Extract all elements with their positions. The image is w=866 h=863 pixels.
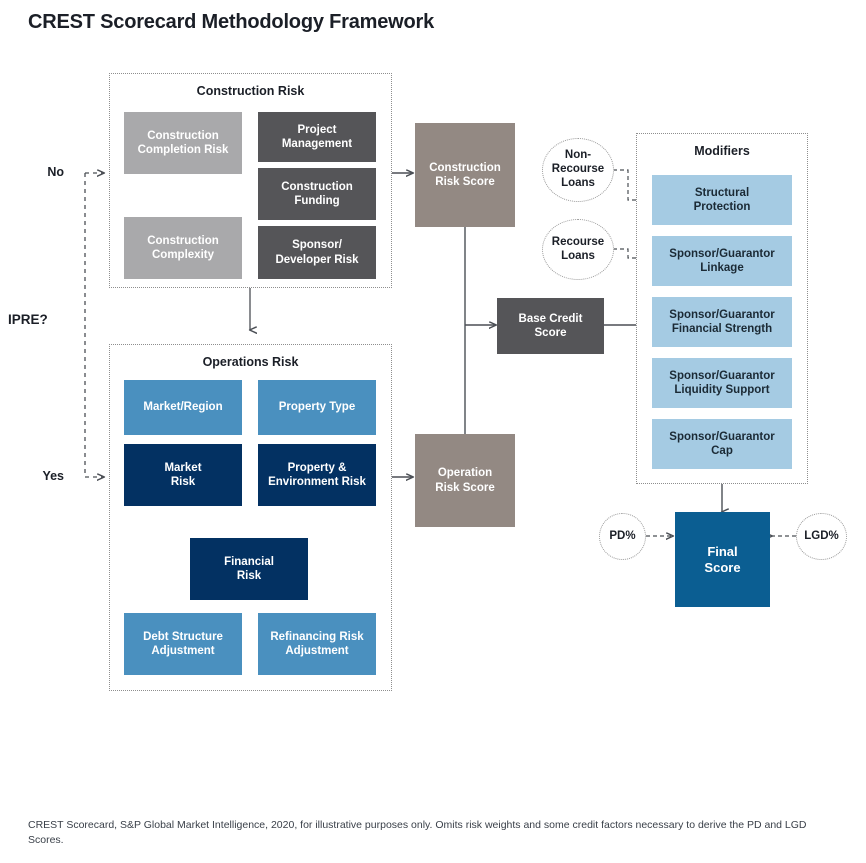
decision-question-label: IPRE? <box>8 312 48 327</box>
diagram-canvas: CREST Scorecard Methodology Framework No… <box>0 0 866 863</box>
box-line-1: Property Type <box>278 401 356 414</box>
box-line-1: Sponsor/Guarantor <box>669 369 775 382</box>
box-line-1: Final <box>707 543 738 559</box>
box-final-score[interactable]: Final Score <box>675 512 770 607</box>
box-line-2: Score <box>704 559 741 575</box>
box-line-1: Structural <box>694 186 750 199</box>
box-line-1: Sponsor/Guarantor <box>669 430 775 443</box>
box-sponsor-guarantor-financial-strength[interactable]: Sponsor/Guarantor Financial Strength <box>652 297 792 347</box>
box-construction-risk-score[interactable]: Construction Risk Score <box>415 123 515 227</box>
box-line-1: Sponsor/ <box>292 239 342 252</box>
box-line-2: Risk <box>170 476 196 488</box>
box-line-2: Cap <box>711 445 733 457</box>
box-line-1: Sponsor/Guarantor <box>669 308 775 321</box>
box-construction-complexity[interactable]: Construction Complexity <box>124 217 242 279</box>
node-line-2: Recourse <box>551 163 605 176</box>
node-line-2: Loans <box>561 249 595 262</box>
box-line-1: Operation <box>437 467 493 480</box>
box-line-2: Adjustment <box>151 645 215 657</box>
modifiers-group-title: Modifiers <box>694 144 750 158</box>
box-line-2: Risk <box>236 570 262 582</box>
box-construction-funding[interactable]: Construction Funding <box>258 168 376 220</box>
node-lgd-percent[interactable]: LGD% <box>796 513 847 560</box>
box-line-2: Environment Risk <box>268 476 366 488</box>
box-line-2: Completion Risk <box>137 144 229 156</box>
box-line-1: Financial <box>224 555 274 568</box>
box-project-management[interactable]: Project Management <box>258 112 376 162</box>
box-line-2: Risk Score <box>435 481 495 494</box>
box-line-2: Protection <box>693 201 751 213</box>
box-line-1: Construction <box>281 180 353 193</box>
decision-no-label: No <box>47 165 64 179</box>
box-line-1: Construction <box>147 129 219 142</box>
node-line-1: Recourse <box>551 235 605 248</box>
box-line-2: Linkage <box>700 262 744 274</box>
box-line-1: Market <box>164 461 202 474</box>
box-line-1: Sponsor/Guarantor <box>669 247 775 260</box>
box-property-environment-risk[interactable]: Property & Environment Risk <box>258 444 376 506</box>
node-line-1: Non- <box>564 149 592 162</box>
node-recourse-loans[interactable]: Recourse Loans <box>542 219 614 280</box>
box-line-1: Project <box>297 123 337 136</box>
box-line-2: Financial Strength <box>671 323 773 335</box>
box-line-2: Liquidity Support <box>674 384 770 396</box>
construction-risk-group-title: Construction Risk <box>196 84 305 98</box>
box-financial-risk[interactable]: Financial Risk <box>190 538 308 600</box>
box-line-2: Adjustment <box>285 645 349 657</box>
page-title: CREST Scorecard Methodology Framework <box>28 11 435 33</box>
node-label: LGD% <box>804 529 839 542</box>
box-line-2: Funding <box>294 195 340 207</box>
box-construction-completion-risk[interactable]: Construction Completion Risk <box>124 112 242 174</box>
node-non-recourse-loans[interactable]: Non- Recourse Loans <box>542 138 614 202</box>
node-label: PD% <box>609 529 636 542</box>
box-market-risk[interactable]: Market Risk <box>124 444 242 506</box>
source-footnote: CREST Scorecard, S&P Global Market Intel… <box>28 819 807 847</box>
box-line-1: Construction <box>147 234 219 247</box>
box-structural-protection[interactable]: Structural Protection <box>652 175 792 225</box>
operations-risk-group-title: Operations Risk <box>202 355 299 369</box>
box-sponsor-guarantor-linkage[interactable]: Sponsor/Guarantor Linkage <box>652 236 792 286</box>
box-sponsor-developer-risk[interactable]: Sponsor/ Developer Risk <box>258 226 376 279</box>
box-market-region[interactable]: Market/Region <box>124 380 242 435</box>
box-line-2: Developer Risk <box>275 253 359 266</box>
box-line-1: Debt Structure <box>143 630 223 643</box>
decision-yes-label: Yes <box>42 469 64 483</box>
box-line-1: Refinancing Risk <box>270 630 364 643</box>
box-property-type[interactable]: Property Type <box>258 380 376 435</box>
box-line-2: Management <box>281 138 353 150</box>
node-pd-percent[interactable]: PD% <box>599 513 646 560</box>
box-debt-structure-adjustment[interactable]: Debt Structure Adjustment <box>124 613 242 675</box>
box-line-2: Complexity <box>152 249 214 261</box>
box-sponsor-guarantor-liquidity-support[interactable]: Sponsor/Guarantor Liquidity Support <box>652 358 792 408</box>
box-line-2: Score <box>534 327 567 339</box>
box-operation-risk-score[interactable]: Operation Risk Score <box>415 434 515 527</box>
box-line-1: Construction <box>429 161 501 174</box>
box-line-1: Base Credit <box>518 312 583 325</box>
box-line-1: Property & <box>287 461 347 474</box>
box-base-credit-score[interactable]: Base Credit Score <box>497 298 604 354</box>
box-refinancing-risk-adjustment[interactable]: Refinancing Risk Adjustment <box>258 613 376 675</box>
box-line-2: Risk Score <box>435 176 495 188</box>
node-line-3: Loans <box>561 176 595 189</box>
box-sponsor-guarantor-cap[interactable]: Sponsor/Guarantor Cap <box>652 419 792 469</box>
box-line-1: Market/Region <box>143 401 223 414</box>
